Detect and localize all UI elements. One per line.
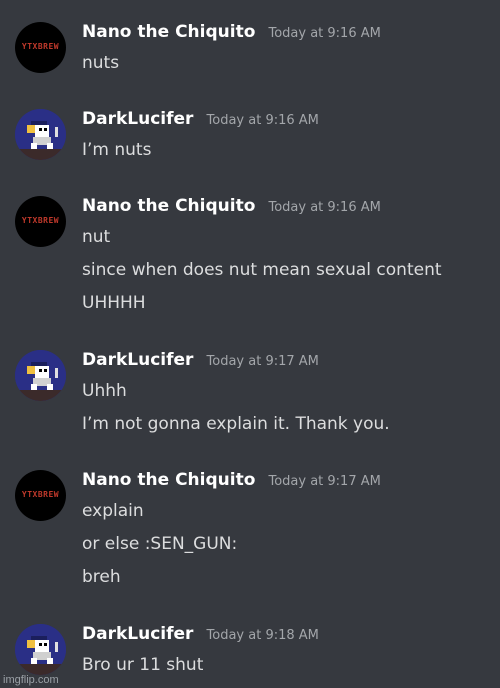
username[interactable]: Nano the Chiquito bbox=[82, 22, 255, 42]
username[interactable]: Nano the Chiquito bbox=[82, 196, 255, 216]
username[interactable]: DarkLucifer bbox=[82, 624, 193, 644]
message-header: Nano the Chiquito Today at 9:17 AM bbox=[82, 470, 381, 494]
message-text: UHHHH bbox=[82, 293, 146, 313]
username[interactable]: Nano the Chiquito bbox=[82, 470, 255, 490]
pixel-sprite-icon bbox=[15, 109, 66, 160]
avatar[interactable] bbox=[15, 624, 66, 675]
avatar[interactable] bbox=[15, 109, 66, 160]
avatar[interactable]: YTXBREW bbox=[15, 470, 66, 521]
message-header: Nano the Chiquito Today at 9:16 AM bbox=[82, 196, 381, 220]
message-text: I’m not gonna explain it. Thank you. bbox=[82, 414, 390, 434]
username[interactable]: DarkLucifer bbox=[82, 350, 193, 370]
avatar[interactable]: YTXBREW bbox=[15, 22, 66, 73]
message-text: I’m nuts bbox=[82, 140, 152, 160]
timestamp[interactable]: Today at 9:17 AM bbox=[207, 354, 319, 369]
timestamp[interactable]: Today at 9:18 AM bbox=[207, 628, 319, 643]
message-text: nuts bbox=[82, 53, 120, 73]
message-header: Nano the Chiquito Today at 9:16 AM bbox=[82, 22, 381, 46]
message-header: DarkLucifer Today at 9:18 AM bbox=[82, 624, 319, 648]
avatar[interactable] bbox=[15, 350, 66, 401]
message-text: since when does nut mean sexual content bbox=[82, 260, 442, 280]
pixel-sprite-icon bbox=[15, 624, 66, 675]
message-text: explain bbox=[82, 501, 144, 521]
avatar-logo-text: YTXBREW bbox=[21, 490, 60, 499]
message-text: Uhhh bbox=[82, 381, 127, 401]
message-header: DarkLucifer Today at 9:16 AM bbox=[82, 109, 319, 133]
timestamp[interactable]: Today at 9:16 AM bbox=[268, 200, 380, 215]
timestamp[interactable]: Today at 9:17 AM bbox=[268, 474, 380, 489]
avatar[interactable]: YTXBREW bbox=[15, 196, 66, 247]
timestamp[interactable]: Today at 9:16 AM bbox=[207, 113, 319, 128]
watermark: imgflip.com bbox=[3, 674, 59, 686]
chat-log: YTXBREW Nano the Chiquito Today at 9:16 … bbox=[0, 0, 500, 688]
message-text: breh bbox=[82, 567, 121, 587]
message-header: DarkLucifer Today at 9:17 AM bbox=[82, 350, 319, 374]
pixel-sprite-icon bbox=[15, 350, 66, 401]
message-text: or else :SEN_GUN: bbox=[82, 534, 238, 554]
avatar-logo-text: YTXBREW bbox=[21, 42, 60, 51]
message-text: nut bbox=[82, 227, 111, 247]
timestamp[interactable]: Today at 9:16 AM bbox=[268, 26, 380, 41]
username[interactable]: DarkLucifer bbox=[82, 109, 193, 129]
avatar-logo-text: YTXBREW bbox=[21, 216, 60, 225]
message-text: Bro ur 11 shut bbox=[82, 655, 204, 675]
